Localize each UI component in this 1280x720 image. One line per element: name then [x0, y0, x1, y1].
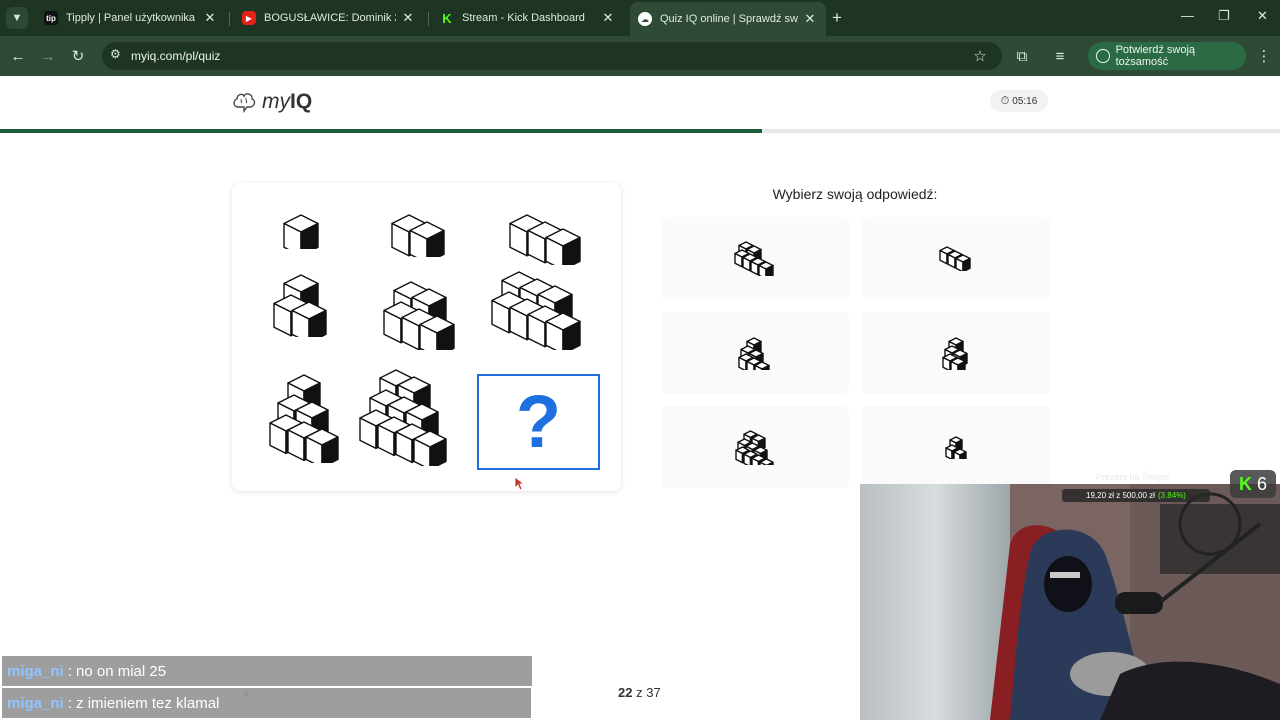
- mouse-cursor-icon: [514, 476, 526, 491]
- close-icon[interactable]: ✕: [202, 10, 218, 26]
- question-mark: ?: [515, 380, 562, 463]
- tab-tipply[interactable]: tip Tipply | Panel użytkownika ✕: [36, 4, 226, 32]
- cube-stair-large-icon: [734, 241, 774, 276]
- stopwatch-icon: ⏱: [1000, 94, 1010, 107]
- tab-title: Quiz IQ online | Sprawdź swój: [660, 13, 798, 25]
- site-info-icon[interactable]: ⚙: [110, 47, 121, 61]
- cube-single-figure: [283, 214, 319, 249]
- chat-text: : z imieniem tez klamal: [67, 694, 220, 712]
- viewer-count: 6: [1256, 473, 1267, 494]
- cube-pyramid-medium-icon: [738, 337, 770, 370]
- cube-pyramid-large-icon: [735, 430, 774, 465]
- cube-stair-medium-figure: [383, 281, 455, 350]
- kick-logo-icon: K: [1238, 473, 1252, 494]
- cube-pair-figure: [391, 214, 445, 257]
- tab-title: Tipply | Panel użytkownika: [66, 12, 196, 24]
- total-questions: 37: [646, 685, 661, 700]
- missing-answer-box: ?: [477, 374, 600, 470]
- cube-tower-icon: [942, 337, 968, 370]
- reload-icon[interactable]: ↻: [67, 45, 89, 67]
- kick-favicon-icon: K: [442, 10, 452, 26]
- answer-option-6[interactable]: [862, 406, 1050, 488]
- address-bar[interactable]: ⚙ myiq.com/pl/quiz: [102, 42, 1002, 70]
- donation-goal-percent: (3.84%): [1157, 491, 1186, 500]
- answer-option-2[interactable]: [862, 217, 1050, 299]
- logo-my: my: [262, 90, 290, 113]
- chat-username: miga_ni: [7, 662, 64, 680]
- tab-kick-dashboard[interactable]: K Stream - Kick Dashboard ✕: [432, 4, 624, 32]
- restore-icon[interactable]: ❐: [1218, 8, 1230, 24]
- cube-stair-small-figure: [273, 274, 327, 337]
- cube-stack-small-icon: [945, 436, 967, 459]
- cube-pyramid-medium-figure: [359, 369, 447, 466]
- myiq-logo[interactable]: myIQ: [232, 90, 312, 114]
- chat-message: miga_ni : z imieniem tez klamal: [2, 688, 531, 718]
- media-control-icon[interactable]: ≡: [1049, 45, 1071, 67]
- donation-goal-bar: 19,20 zł z 500,00 zł (3.84%): [1062, 489, 1210, 502]
- tab-strip: ▼ tip Tipply | Panel użytkownika ✕ ▶ BOG…: [0, 0, 1280, 36]
- tab-divider: [229, 12, 230, 26]
- profile-avatar-icon: [1096, 49, 1110, 63]
- tab-myiq-quiz[interactable]: ☁ Quiz IQ online | Sprawdź swój ✕: [630, 2, 826, 36]
- webcam-overlay: [860, 484, 1280, 720]
- bookmark-star-icon[interactable]: ☆: [969, 45, 991, 67]
- cube-stair-large-figure: [491, 271, 581, 350]
- new-tab-icon[interactable]: +: [832, 8, 842, 28]
- tab-title: BOGUSŁAWICE: Dominik 22 lat: [264, 12, 396, 24]
- donation-goal-text: 19,20 zł z 500,00 zł: [1086, 491, 1155, 500]
- question-counter: 22 z 37: [618, 685, 661, 700]
- answer-option-4[interactable]: [862, 312, 1050, 394]
- forward-icon[interactable]: →: [37, 45, 59, 67]
- webcam-feed-image: [860, 484, 1280, 720]
- close-window-icon[interactable]: ✕: [1257, 8, 1268, 24]
- timer-value: 05:16: [1012, 95, 1038, 107]
- url-text: myiq.com/pl/quiz: [131, 49, 221, 63]
- youtube-favicon-icon: ▶: [242, 11, 256, 25]
- tab-youtube[interactable]: ▶ BOGUSŁAWICE: Dominik 22 lat ✕: [234, 4, 424, 32]
- answer-prompt: Wybierz swoją odpowiedź:: [772, 186, 938, 202]
- cube-row-small-icon: [939, 246, 971, 271]
- profile-button[interactable]: Potwierdź swoją tożsamość: [1088, 42, 1246, 70]
- viewer-count-badge: K 6: [1230, 470, 1276, 498]
- close-icon[interactable]: ✕: [600, 10, 616, 26]
- menu-kebab-icon[interactable]: ⋮: [1253, 45, 1275, 67]
- tab-title: Stream - Kick Dashboard: [462, 12, 585, 24]
- current-question: 22: [618, 685, 633, 700]
- cube-triple-figure: [509, 214, 581, 265]
- myiq-favicon-icon: ☁: [638, 12, 652, 26]
- profile-label: Potwierdź swoją tożsamość: [1115, 44, 1196, 68]
- quiz-progress-fill: [0, 129, 762, 133]
- answer-option-1[interactable]: [661, 217, 849, 299]
- back-icon[interactable]: ←: [7, 45, 29, 67]
- answer-option-5[interactable]: [661, 406, 849, 488]
- timer: ⏱ 05:16: [990, 90, 1048, 112]
- tab-divider: [428, 12, 429, 26]
- minimize-icon[interactable]: —: [1181, 8, 1194, 23]
- counter-separator: z: [636, 685, 643, 700]
- close-icon[interactable]: ✕: [400, 10, 416, 26]
- brain-cloud-icon: [233, 93, 256, 113]
- screen: ▼ tip Tipply | Panel użytkownika ✕ ▶ BOG…: [0, 0, 1280, 720]
- answer-option-3[interactable]: [661, 312, 849, 394]
- tab-search-icon[interactable]: ▼: [6, 7, 28, 29]
- chat-message: miga_ni : no on mial 25: [2, 656, 532, 686]
- site-header: [0, 76, 1280, 131]
- logo-iq: IQ: [290, 90, 313, 113]
- donation-goal-caption: Prezent na Święta: [1096, 472, 1170, 482]
- tipply-favicon-icon: tip: [44, 11, 58, 25]
- browser-toolbar: ← → ↻ ⚙ myiq.com/pl/quiz ☆ ⧉ ≡ Potwierdź…: [0, 36, 1280, 76]
- cube-pyramid-small-figure: [269, 374, 339, 463]
- chat-username: miga_ni: [7, 694, 64, 712]
- extensions-icon[interactable]: ⧉: [1011, 45, 1033, 67]
- quiz-progress-bar: [0, 129, 1280, 133]
- close-icon[interactable]: ✕: [802, 11, 818, 27]
- chat-text: : no on mial 25: [67, 662, 167, 680]
